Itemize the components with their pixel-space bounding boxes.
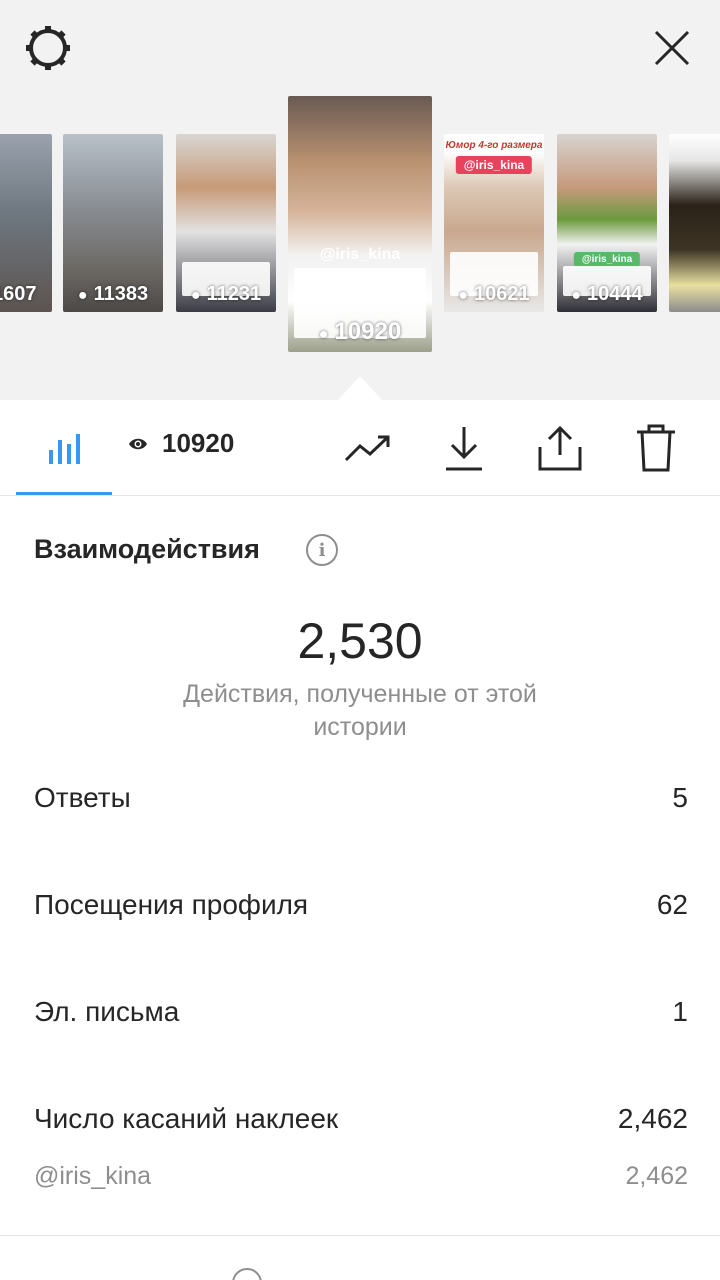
tab-insights[interactable]: [16, 418, 112, 478]
metric-label: Посещения профиля: [34, 889, 309, 920]
story-views: 10920: [334, 318, 402, 345]
info-icon[interactable]: i: [306, 534, 338, 566]
eye-icon: ●: [458, 287, 469, 304]
story-thumbnail[interactable]: 1607: [0, 134, 52, 312]
story-thumbnail[interactable]: ● 11383: [63, 134, 163, 312]
eye-icon: [129, 438, 147, 449]
story-views: 10444: [587, 283, 643, 305]
eye-icon: ●: [318, 326, 329, 343]
share-icon: [538, 425, 582, 471]
metric-row-replies: Ответы 5: [34, 782, 688, 814]
download-button[interactable]: [436, 418, 492, 478]
story-title: Юмор 4-го размера: [445, 140, 543, 151]
metric-value: 2,462: [617, 1103, 688, 1134]
gear-icon: [26, 26, 70, 70]
story-thumbnail[interactable]: ● 11231: [176, 134, 276, 312]
story-thumbnail[interactable]: [669, 134, 720, 312]
bar-chart-icon: [49, 434, 80, 464]
delete-button[interactable]: [628, 418, 684, 478]
eye-icon: ●: [571, 287, 582, 304]
active-tab-indicator: [16, 492, 112, 495]
story-views: 11383: [93, 283, 149, 305]
story-views: 11231: [206, 283, 262, 305]
story-views: 1607: [0, 283, 37, 305]
metric-row-sticker-mention: @iris_kina 2,462: [34, 1162, 688, 1191]
total-interactions: 2,530: [297, 613, 423, 669]
views-count-label: 10920: [162, 428, 235, 458]
settings-button[interactable]: [20, 20, 76, 76]
trending-up-icon: [344, 435, 390, 462]
story-toolbar: 10920: [0, 400, 720, 496]
eye-icon: ●: [77, 287, 88, 304]
metric-row-emails: Эл. письма 1: [34, 996, 688, 1028]
close-button[interactable]: [644, 20, 700, 76]
story-thumbnail[interactable]: @iris_kina ● 10444: [557, 134, 657, 312]
divider: [0, 1235, 720, 1236]
story-thumbnail-selected[interactable]: @iris_kina ● 10920: [288, 96, 432, 352]
story-tray: 1607 ● 11383 ● 11231 @iris_kina ● 10920 Юмо…: [0, 0, 720, 400]
close-icon: [654, 30, 690, 66]
share-button[interactable]: [532, 418, 588, 478]
story-mention-tag: @iris_kina: [319, 246, 401, 263]
metric-label: Ответы: [34, 782, 131, 813]
metric-subvalue: 2,462: [625, 1162, 688, 1190]
metric-label: Эл. письма: [34, 996, 180, 1027]
metric-sublabel: @iris_kina: [34, 1162, 152, 1190]
story-mention-tag: @iris_kina: [455, 156, 533, 174]
info-icon[interactable]: [232, 1268, 262, 1280]
trash-icon: [637, 424, 675, 472]
story-mention-tag: @iris_kina: [573, 252, 641, 267]
metric-value: 5: [672, 782, 688, 813]
metric-row-sticker-taps: Число касаний наклеек 2,462: [34, 1103, 688, 1135]
story-views: 10621: [474, 283, 530, 305]
promote-button[interactable]: [340, 418, 396, 478]
selected-story-pointer: [338, 376, 382, 400]
eye-icon: ●: [190, 287, 201, 304]
download-icon: [446, 427, 482, 471]
total-interactions-label: Действия, полученные от этой истории: [183, 680, 537, 741]
metric-value: 1: [672, 996, 688, 1027]
metric-value: 62: [656, 889, 688, 920]
story-thumbnail[interactable]: Юмор 4-го размера @iris_kina ● 10621: [444, 134, 544, 312]
section-title: Взаимодействия: [34, 534, 260, 564]
metric-label: Число касаний наклеек: [34, 1103, 339, 1134]
metric-row-profile-visits: Посещения профиля 62: [34, 889, 688, 921]
tab-viewers[interactable]: 10920: [128, 428, 234, 459]
